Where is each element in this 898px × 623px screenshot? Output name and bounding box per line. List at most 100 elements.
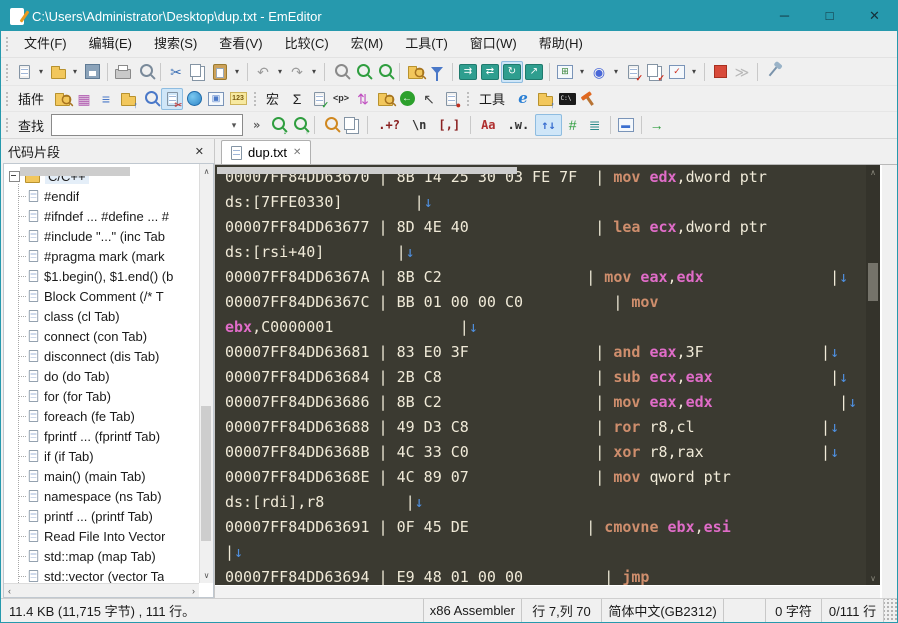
tool-command-prompt-icon[interactable]: C:\ (556, 88, 578, 110)
close-button[interactable]: ✕ (852, 1, 897, 31)
macro-stop-document-icon[interactable]: ● (440, 88, 462, 110)
status-selected-lines[interactable]: 0/111 行 (821, 599, 883, 622)
macro-sum-icon[interactable]: Σ (286, 88, 308, 110)
filter-icon[interactable] (426, 61, 448, 83)
snippet-item[interactable]: main() (main Tab) (4, 466, 213, 486)
new-file-dropdown[interactable]: ▾ (35, 61, 47, 83)
editor-horizontal-scroll-thumb[interactable] (217, 167, 517, 174)
snippet-item[interactable]: connect (con Tab) (4, 326, 213, 346)
macro-sort-icon[interactable]: ⇅ (352, 88, 374, 110)
wrap-by-character-icon[interactable]: ⇄ (479, 61, 501, 83)
run-steps-icon[interactable]: ≫ (731, 61, 753, 83)
regex-toggle[interactable]: .+? (372, 114, 406, 136)
tab-dup-txt[interactable]: dup.txt ✕ (221, 140, 312, 164)
find-in-files-icon[interactable] (373, 61, 395, 83)
menu-macros[interactable]: 宏(M) (340, 31, 395, 57)
open-file-dropdown[interactable]: ▾ (69, 61, 81, 83)
snippet-item[interactable]: disconnect (dis Tab) (4, 346, 213, 366)
tool-browser-icon[interactable]: e (512, 88, 534, 110)
replace-icon[interactable] (351, 61, 373, 83)
undo-dropdown[interactable]: ▾ (274, 61, 286, 83)
editor-horizontal-scrollbar[interactable] (215, 585, 880, 598)
snippet-item[interactable]: do (do Tab) (4, 366, 213, 386)
editor-scroll-up-icon[interactable]: ∧ (870, 168, 876, 177)
match-case-toggle[interactable]: Aa (475, 114, 501, 136)
bookmark-dropdown[interactable]: ▾ (610, 61, 622, 83)
plugin-explorer-icon[interactable] (51, 88, 73, 110)
find-next-icon[interactable]: ↓ (266, 114, 288, 136)
paste-dropdown[interactable]: ▾ (231, 61, 243, 83)
tool-open-folder-icon[interactable]: ↑ (534, 88, 556, 110)
undo-icon[interactable]: ↶ (252, 61, 274, 83)
play-macro-icon[interactable]: ✓ (644, 61, 666, 83)
text-editor-area[interactable]: 00007FF84DD63670 | 8B 14 25 30 03 FE 7F … (215, 165, 880, 598)
snippet-item[interactable]: #pragma mark (mark (4, 246, 213, 266)
outline-icon[interactable]: ⊞ (554, 61, 576, 83)
record-macro-icon[interactable]: ✓ (622, 61, 644, 83)
extract-all-icon[interactable] (341, 114, 363, 136)
snippet-item[interactable]: #include "..." (inc Tab (4, 226, 213, 246)
macro-html-tag-icon[interactable]: <p> (330, 88, 352, 110)
plugin-html-bar-icon[interactable]: ▦ (73, 88, 95, 110)
menu-window[interactable]: 窗口(W) (459, 31, 528, 57)
print-preview-icon[interactable] (134, 61, 156, 83)
outline-dropdown[interactable]: ▾ (576, 61, 588, 83)
main-toolbar-grip[interactable] (4, 62, 9, 81)
save-icon[interactable] (81, 61, 103, 83)
maximize-button[interactable]: □ (807, 1, 852, 31)
plugin-number-window-icon[interactable]: 123 (227, 88, 249, 110)
menu-view[interactable]: 查看(V) (208, 31, 273, 57)
bookmark-icon[interactable]: ◉ (588, 61, 610, 83)
snippet-item[interactable]: printf ... (printf Tab) (4, 506, 213, 526)
copy-icon[interactable] (187, 61, 209, 83)
plugin-outline-icon[interactable]: ≡ (95, 88, 117, 110)
display-mode-icon[interactable]: ▬ (615, 114, 637, 136)
snippets-panel-close-icon[interactable]: ✕ (192, 145, 207, 158)
status-syntax[interactable]: x86 Assembler (422, 599, 521, 622)
snippet-item[interactable]: foreach (fe Tab) (4, 406, 213, 426)
open-file-icon[interactable] (47, 61, 69, 83)
find-icon[interactable] (329, 61, 351, 83)
count-matches-icon[interactable]: # (562, 114, 584, 136)
snippet-item[interactable]: if (if Tab) (4, 446, 213, 466)
snippet-item[interactable]: #ifndef ... #define ... # (4, 206, 213, 226)
scroll-down-icon[interactable]: ∨ (204, 571, 210, 580)
number-range-toggle[interactable]: [,] (432, 114, 466, 136)
status-selected-chars[interactable]: 0 字符 (765, 599, 821, 622)
replace-in-files-icon[interactable] (404, 61, 426, 83)
macros-toolbar-grip[interactable] (252, 89, 258, 108)
menu-compare[interactable]: 比较(C) (274, 31, 340, 57)
plugin-open-documents-icon[interactable]: ↑ (117, 88, 139, 110)
editor-vertical-scrollbar[interactable]: ∧ ∨ (866, 165, 880, 586)
sidebar-horizontal-scrollbar[interactable]: ‹ › (4, 583, 199, 597)
macro-dropdown[interactable]: ▾ (688, 61, 700, 83)
combo-dropdown-icon[interactable]: ▾ (226, 120, 242, 131)
resize-grip[interactable] (883, 599, 897, 622)
plugin-web-preview-icon[interactable] (183, 88, 205, 110)
whole-word-toggle[interactable]: .w. (502, 114, 536, 136)
macro-find-icon[interactable] (374, 88, 396, 110)
toolbar-overflow-chevron[interactable]: » (247, 114, 266, 136)
snippet-item[interactable]: for (for Tab) (4, 386, 213, 406)
stop-record-icon[interactable] (709, 61, 731, 83)
editor-scroll-down-icon[interactable]: ∨ (870, 574, 876, 583)
find-toolbar-grip[interactable] (4, 115, 9, 135)
menu-edit[interactable]: 编辑(E) (78, 31, 143, 57)
wrap-by-window-icon[interactable]: ↻ (501, 60, 523, 83)
scroll-right-icon[interactable]: › (192, 586, 195, 596)
collapse-expander-icon[interactable] (9, 170, 20, 182)
redo-icon[interactable]: ↷ (286, 61, 308, 83)
find-previous-icon[interactable]: ↑ (288, 114, 310, 136)
status-encoding[interactable]: 简体中文(GB2312) (601, 599, 723, 622)
find-dialog-icon[interactable] (319, 114, 341, 136)
new-file-icon[interactable] (13, 61, 35, 83)
editor-vertical-scroll-thumb[interactable] (868, 263, 878, 301)
snippet-item[interactable]: std::map (map Tab) (4, 546, 213, 566)
tools-toolbar-grip[interactable] (465, 89, 471, 108)
snippet-item[interactable]: Read File Into Vector (4, 526, 213, 546)
no-wrap-icon[interactable]: ⇉ (457, 61, 479, 83)
escape-sequence-toggle[interactable]: \n (406, 114, 432, 136)
cut-icon[interactable]: ✂ (165, 61, 187, 83)
find-combobox[interactable]: ▾ (51, 114, 244, 136)
macro-go-back-icon[interactable]: ← (396, 88, 418, 110)
